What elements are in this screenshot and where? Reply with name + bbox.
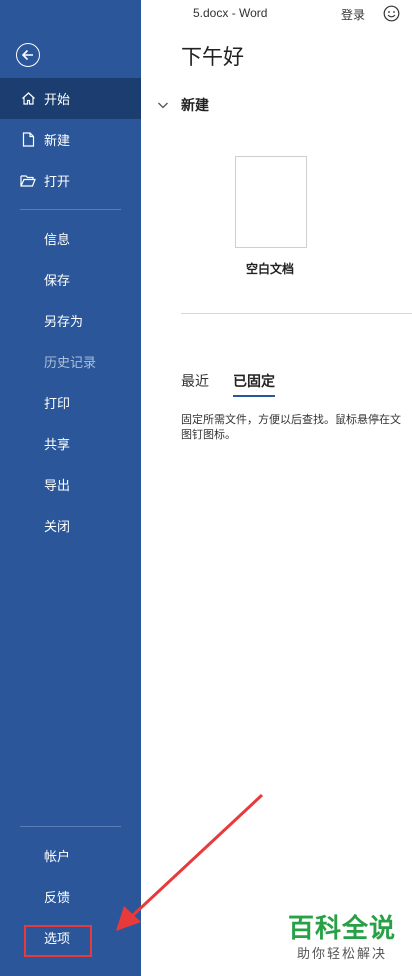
sidebar-item-home[interactable]: 开始	[0, 78, 141, 119]
sidebar-item-save-as[interactable]: 另存为	[0, 300, 141, 341]
sidebar-item-history: 历史记录	[0, 341, 141, 382]
watermark-subtitle: 助你轻松解决	[296, 947, 387, 962]
sidebar-divider	[20, 209, 121, 210]
sidebar-nav: 开始 新建 打开 信息 保存 另存为 历史记录 打印 共享 导出 关闭	[0, 78, 141, 546]
tab-pinned[interactable]: 已固定	[233, 371, 275, 397]
options-highlight-box	[24, 925, 92, 957]
sidebar-item-label: 导出	[44, 479, 71, 494]
blank-document-label: 空白文档	[246, 262, 295, 276]
sidebar-item-label: 信息	[44, 233, 71, 248]
sidebar-item-share[interactable]: 共享	[0, 423, 141, 464]
sidebar-item-new[interactable]: 新建	[0, 119, 141, 160]
signin-link[interactable]: 登录	[341, 6, 365, 23]
sidebar-item-label: 共享	[44, 438, 71, 453]
file-tabs: 最近 已固定	[181, 371, 299, 397]
sidebar-item-label: 打印	[44, 397, 71, 412]
back-arrow-icon[interactable]	[16, 43, 40, 67]
sidebar-item-label: 关闭	[44, 520, 71, 535]
pinned-description-line: 固定所需文件，方便以后查找。鼠标悬停在文	[181, 413, 401, 426]
home-icon	[20, 91, 36, 107]
sidebar-item-info[interactable]: 信息	[0, 218, 141, 259]
new-section-header[interactable]: 新建	[157, 95, 209, 115]
sidebar-item-label: 打开	[44, 175, 71, 190]
watermark-title: 百科全说	[287, 914, 396, 944]
sidebar-item-close[interactable]: 关闭	[0, 505, 141, 546]
blank-document-template[interactable]	[235, 156, 307, 248]
tab-recent[interactable]: 最近	[181, 371, 209, 397]
sidebar-item-export[interactable]: 导出	[0, 464, 141, 505]
sidebar-item-label: 开始	[44, 93, 71, 108]
greeting-heading: 下午好	[181, 45, 244, 69]
new-section-title: 新建	[181, 98, 209, 114]
pinned-description-line: 图钉图标。	[181, 428, 236, 441]
title-bar: 5.docx - Word 登录	[141, 0, 412, 28]
open-folder-icon	[20, 173, 36, 189]
watermark-logo: 百科全说 助你轻松解决	[282, 912, 402, 972]
sidebar-item-save[interactable]: 保存	[0, 259, 141, 300]
sidebar-item-label: 保存	[44, 274, 71, 289]
window-title: 5.docx - Word	[193, 6, 268, 20]
sidebar-item-label: 帐户	[44, 850, 71, 865]
sidebar-item-label: 另存为	[44, 315, 84, 330]
sidebar-item-label: 反馈	[44, 891, 71, 906]
chevron-down-icon	[157, 99, 169, 111]
sidebar-item-label: 历史记录	[44, 356, 97, 371]
new-document-icon	[20, 132, 36, 148]
sidebar-item-print[interactable]: 打印	[0, 382, 141, 423]
sidebar-item-open[interactable]: 打开	[0, 160, 141, 201]
sidebar-item-feedback[interactable]: 反馈	[0, 876, 141, 917]
section-divider	[181, 313, 412, 314]
pinned-description: 固定所需文件，方便以后查找。鼠标悬停在文 图钉图标。	[181, 412, 412, 442]
feedback-smiley-icon[interactable]	[383, 5, 400, 22]
sidebar-item-label: 新建	[44, 134, 71, 149]
sidebar-item-account[interactable]: 帐户	[0, 835, 141, 876]
backstage-sidebar: 开始 新建 打开 信息 保存 另存为 历史记录 打印 共享 导出 关闭 帐户 反…	[0, 0, 141, 976]
